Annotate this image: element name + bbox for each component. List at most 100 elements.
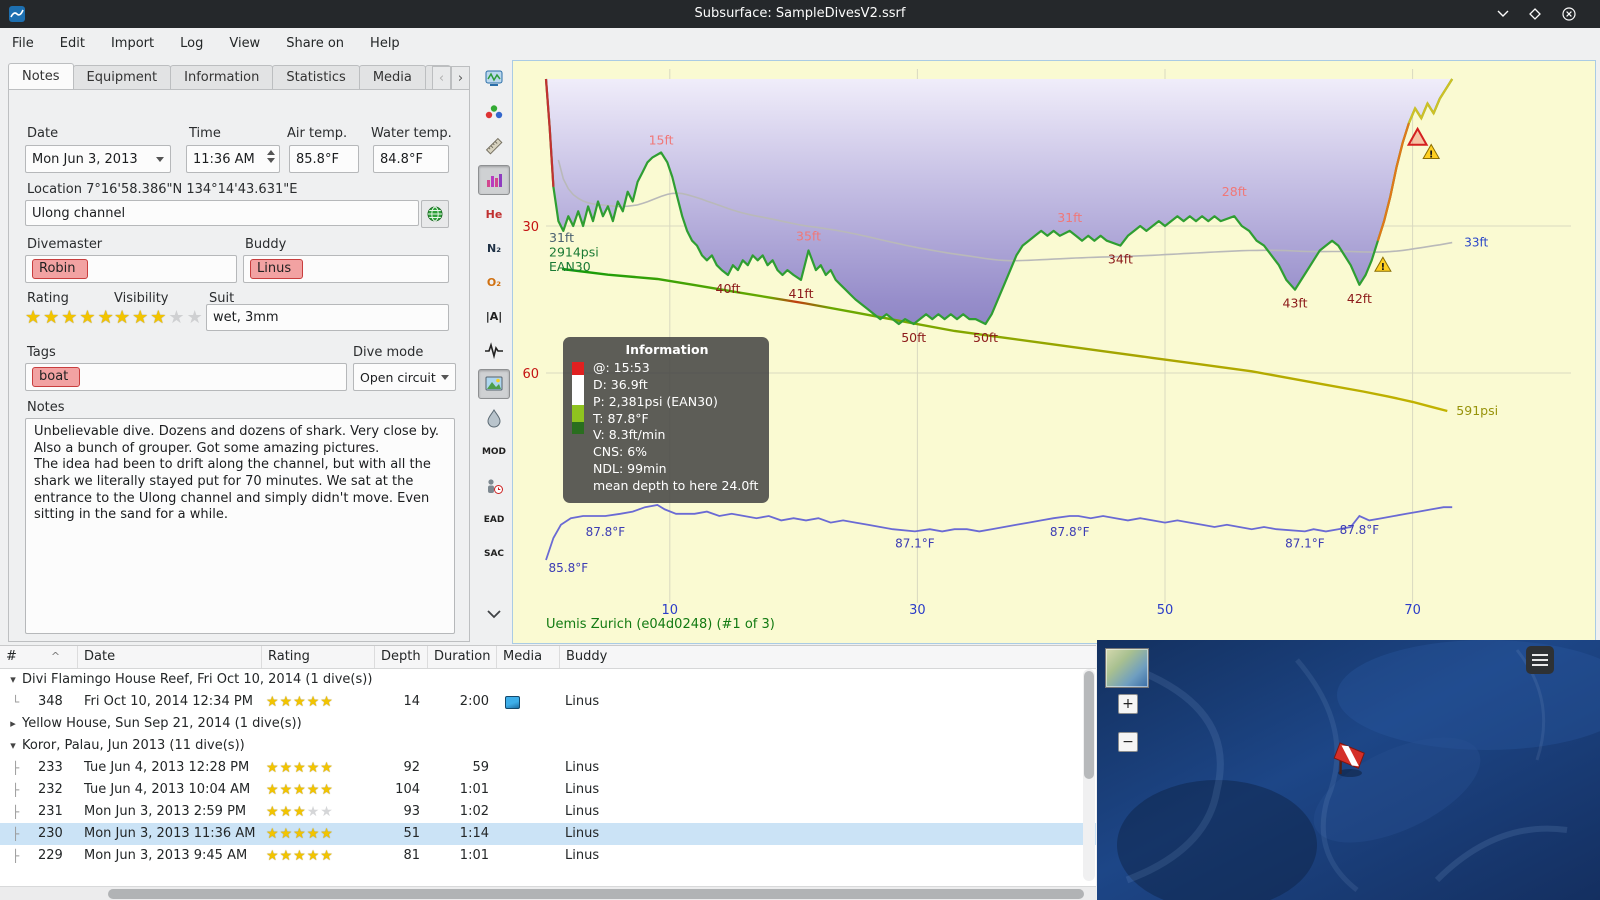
tab-notes[interactable]: Notes [8, 63, 74, 90]
divemaster-field[interactable]: Robin [25, 255, 237, 283]
ead-button[interactable]: EAD [478, 505, 510, 535]
star-4[interactable]: ★ [79, 309, 97, 327]
column-buddy[interactable]: Buddy [560, 646, 1096, 668]
title-bar[interactable]: Subsurface: SampleDivesV2.ssrf [0, 0, 1600, 28]
dive-list-horizontal-scrollbar[interactable] [0, 886, 1096, 900]
star-1[interactable]: ★ [114, 309, 132, 327]
toolbar-collapse-button[interactable] [478, 599, 510, 629]
menu-file[interactable]: File [12, 36, 34, 51]
ruler-button[interactable] [478, 131, 510, 161]
time-stepper[interactable]: 11:36 AM [186, 145, 280, 173]
tab-information[interactable]: Information [170, 65, 274, 90]
tissues-button[interactable] [478, 165, 510, 195]
visibility-stars[interactable]: ★ ★ ★ ★ ★ [114, 309, 205, 327]
buddy-field[interactable]: Linus [243, 255, 449, 283]
trip-row[interactable]: ▾ Koror, Palau, Jun 2013 (11 dive(s)) [0, 735, 1096, 757]
dive-computer-button[interactable] [478, 63, 510, 93]
photos-button[interactable] [478, 369, 510, 399]
star-5[interactable]: ★ [187, 309, 205, 327]
spin-down-icon[interactable] [267, 158, 275, 163]
column-rating[interactable]: Rating [262, 646, 375, 668]
tab-scroll-right-button[interactable]: › [451, 66, 470, 90]
rating-stars[interactable]: ★ ★ ★ ★ ★ [25, 309, 116, 327]
n2-graph-button[interactable]: N₂ [478, 233, 510, 263]
buddy-chip[interactable]: Linus [250, 259, 304, 279]
scrollbar-thumb[interactable] [108, 889, 1084, 899]
maximize-button[interactable] [1524, 4, 1546, 24]
air-temp-field[interactable]: 85.8°F [289, 145, 359, 173]
scrollbar-thumb[interactable] [1084, 671, 1094, 779]
dive-date: Tue Jun 4, 2013 12:28 PM [84, 760, 250, 775]
o2-graph-button[interactable]: O₂ [478, 267, 510, 297]
map-menu-button[interactable] [1526, 646, 1554, 674]
legend-swatch [572, 362, 584, 375]
he-graph-button[interactable]: He [478, 199, 510, 229]
close-button[interactable] [1558, 4, 1580, 24]
menu-import[interactable]: Import [111, 36, 154, 51]
location-field[interactable]: Ulong channel [25, 200, 419, 226]
zoom-out-button[interactable]: − [1118, 732, 1138, 752]
suit-field[interactable]: wet, 3mm [206, 304, 449, 331]
tags-field[interactable]: boat [25, 363, 347, 391]
expand-icon[interactable]: ▸ [6, 713, 20, 735]
notes-textarea[interactable]: Unbelievable dive. Dozens and dozens of … [25, 418, 455, 634]
dive-row[interactable]: ├ 230 Mon Jun 3, 2013 11:36 AM ★★★★★ 51 1:14 L… [0, 823, 1096, 845]
dive-row[interactable]: ├ 232 Tue Jun 4, 2013 10:04 AM ★★★★★ 104 1:01… [0, 779, 1096, 801]
sac-button[interactable]: SAC [478, 539, 510, 569]
column-date[interactable]: Date [78, 646, 262, 668]
spin-up-icon[interactable] [267, 150, 275, 155]
divemaster-label: Divemaster [27, 237, 103, 252]
menu-edit[interactable]: Edit [60, 36, 85, 51]
star-3[interactable]: ★ [61, 309, 79, 327]
star-3[interactable]: ★ [150, 309, 168, 327]
ceiling-button[interactable]: |A| [478, 301, 510, 331]
dive-mode-select[interactable]: Open circuit [353, 363, 456, 391]
star-icon: ★ [279, 826, 294, 842]
dive-row[interactable]: ├ 231 Mon Jun 3, 2013 2:59 PM ★★★★★ 93 1:02 Li… [0, 801, 1096, 823]
star-2[interactable]: ★ [43, 309, 61, 327]
column-duration[interactable]: Duration [428, 646, 497, 668]
date-select[interactable]: Mon Jun 3, 2013 [25, 145, 171, 173]
menu-help[interactable]: Help [370, 36, 400, 51]
star-icon: ★ [266, 804, 280, 820]
water-type-button[interactable] [478, 97, 510, 127]
gas-change-button[interactable] [478, 403, 510, 433]
ndl-tts-button[interactable] [478, 471, 510, 501]
dive-row[interactable]: ├ 229 Mon Jun 3, 2013 9:45 AM ★★★★★ 81 1:01 Li… [0, 845, 1096, 867]
star-4[interactable]: ★ [168, 309, 186, 327]
dive-row[interactable]: └ 348 Fri Oct 10, 2014 12:34 PM ★★★★★ 14 2:00… [0, 691, 1096, 713]
minimize-button[interactable] [1492, 4, 1514, 24]
water-temp-field[interactable]: 84.8°F [373, 145, 449, 173]
column-depth[interactable]: Depth [375, 646, 428, 668]
tab-media[interactable]: Media [358, 65, 426, 90]
column-media[interactable]: Media [497, 646, 560, 668]
media-icon[interactable] [505, 696, 520, 709]
star-5[interactable]: ★ [98, 309, 116, 327]
column-number[interactable]: # ^ [0, 646, 78, 668]
tab-equipment[interactable]: Equipment [72, 65, 172, 90]
dive-rating: ★★★★★ [262, 757, 375, 780]
star-2[interactable]: ★ [132, 309, 150, 327]
map-location-button[interactable] [421, 200, 449, 228]
dive-row[interactable]: ├ 233 Tue Jun 4, 2013 12:28 PM ★★★★★ 92 59 Lin… [0, 757, 1096, 779]
star-1[interactable]: ★ [25, 309, 43, 327]
menu-share-on[interactable]: Share on [286, 36, 344, 51]
zoom-in-button[interactable]: + [1118, 694, 1138, 714]
droplet-icon [487, 409, 501, 428]
tab-statistics[interactable]: Statistics [272, 65, 360, 90]
divemaster-chip[interactable]: Robin [32, 259, 88, 279]
map-panel[interactable]: + − [1097, 640, 1600, 900]
tab-scroll-left-button[interactable]: ‹ [432, 66, 451, 90]
trip-row[interactable]: ▸ Yellow House, Sun Sep 21, 2014 (1 dive(… [0, 713, 1096, 735]
collapse-icon[interactable]: ▾ [6, 669, 20, 691]
tag-chip[interactable]: boat [32, 367, 81, 387]
menu-log[interactable]: Log [180, 36, 203, 51]
map-canvas[interactable] [1097, 640, 1600, 900]
menu-view[interactable]: View [229, 36, 260, 51]
mod-button[interactable]: MOD [478, 437, 510, 467]
collapse-icon[interactable]: ▾ [6, 735, 20, 757]
dive-list-vertical-scrollbar[interactable] [1083, 669, 1095, 881]
map-inset-thumbnail[interactable] [1105, 648, 1149, 688]
heart-rate-button[interactable] [478, 335, 510, 365]
trip-row[interactable]: ▾ Divi Flamingo House Reef, Fri Oct 10, 2… [0, 669, 1096, 691]
